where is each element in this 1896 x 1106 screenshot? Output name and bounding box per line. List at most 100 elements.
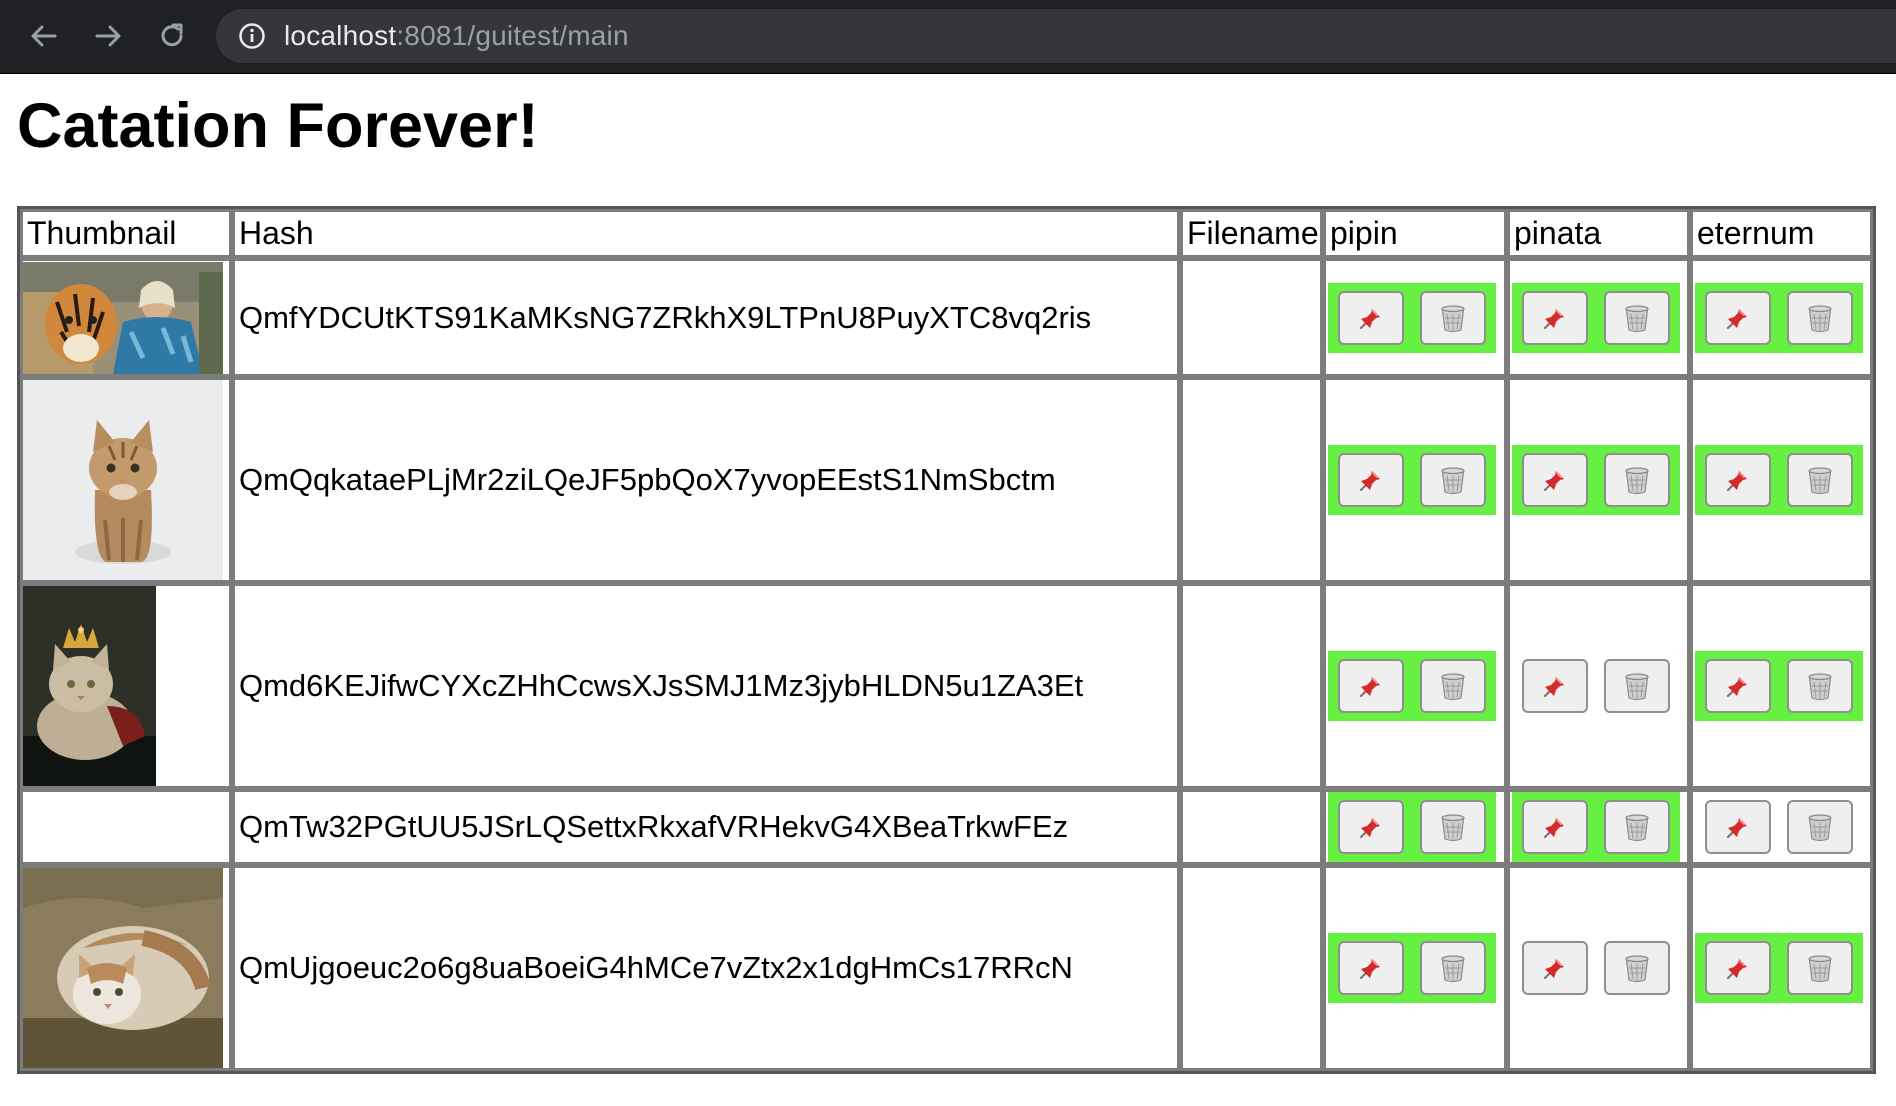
pin-button[interactable]	[1338, 941, 1404, 995]
url-text[interactable]: localhost:8081/guitest/main	[284, 20, 629, 52]
wastebasket-icon	[1625, 673, 1649, 701]
info-icon[interactable]	[238, 22, 266, 50]
delete-button[interactable]	[1420, 941, 1486, 995]
pin-button[interactable]	[1705, 800, 1771, 854]
service-cell-pipin	[1323, 258, 1507, 377]
table-row: Qmd6KEJifwCYXcZHhCcwsXJsSMJ1Mz3jybHLDN5u…	[20, 583, 1873, 789]
pushpin-icon	[1359, 818, 1380, 839]
pin-button[interactable]	[1338, 290, 1404, 345]
url-host: localhost	[284, 20, 397, 51]
hash-cell: QmQqkataePLjMr2ziLQeJF5pbQoX7yvopEEstS1N…	[232, 377, 1180, 583]
delete-button[interactable]	[1787, 800, 1853, 854]
delete-button[interactable]	[1787, 290, 1853, 345]
column-header-pinata: pinata	[1507, 209, 1690, 258]
column-header-thumbnail: Thumbnail	[20, 209, 232, 258]
table-row: QmfYDCUtKTS91KaMKsNG7ZRkhX9LTPnU8PuyXTC8…	[20, 258, 1873, 377]
service-cell-eternum	[1690, 583, 1873, 789]
delete-button[interactable]	[1604, 290, 1670, 345]
pinned-status	[1328, 445, 1496, 515]
thumbnail-image	[23, 261, 223, 374]
wastebasket-icon	[1441, 814, 1465, 842]
pushpin-icon	[1543, 959, 1564, 980]
wastebasket-icon	[1625, 814, 1649, 842]
page-title: Catation Forever!	[17, 91, 539, 161]
service-cell-eternum	[1690, 258, 1873, 377]
pin-button[interactable]	[1705, 659, 1771, 713]
pin-button[interactable]	[1338, 453, 1404, 507]
pin-button[interactable]	[1522, 453, 1588, 507]
service-cell-pipin	[1323, 865, 1507, 1071]
delete-button[interactable]	[1420, 453, 1486, 507]
table-row: QmQqkataePLjMr2ziLQeJF5pbQoX7yvopEEstS1N…	[20, 377, 1873, 583]
service-cell-eternum	[1690, 789, 1873, 865]
service-cell-eternum	[1690, 377, 1873, 583]
pinned-status	[1512, 282, 1680, 353]
pinned-status	[1512, 792, 1680, 862]
unpinned-status	[1695, 792, 1863, 862]
thumbnail-cell	[20, 583, 232, 789]
pin-button[interactable]	[1705, 290, 1771, 345]
pinned-status	[1695, 445, 1863, 515]
hash-cell: Qmd6KEJifwCYXcZHhCcwsXJsSMJ1Mz3jybHLDN5u…	[232, 583, 1180, 789]
column-header-eternum: eternum	[1690, 209, 1873, 258]
pin-button[interactable]	[1705, 453, 1771, 507]
pushpin-icon	[1359, 308, 1380, 329]
pushpin-icon	[1543, 818, 1564, 839]
filename-cell	[1180, 583, 1323, 789]
arrow-right-icon	[95, 25, 121, 47]
hash-cell: QmTw32PGtUU5JSrLQSettxRkxafVRHekvG4XBeaT…	[232, 789, 1180, 865]
pin-button[interactable]	[1522, 659, 1588, 713]
filename-cell	[1180, 865, 1323, 1071]
unpinned-status	[1512, 651, 1680, 721]
pinned-status	[1512, 445, 1680, 515]
hash-cell: QmUjgoeuc2o6g8uaBoeiG4hMCe7vZtx2x1dgHmCs…	[232, 865, 1180, 1071]
delete-button[interactable]	[1420, 800, 1486, 854]
wastebasket-icon	[1441, 304, 1465, 332]
pinned-status	[1328, 933, 1496, 1003]
pushpin-icon	[1726, 471, 1747, 492]
delete-button[interactable]	[1787, 453, 1853, 507]
delete-button[interactable]	[1787, 659, 1853, 713]
pushpin-icon	[1543, 308, 1564, 329]
pinned-status	[1328, 651, 1496, 721]
pin-button[interactable]	[1338, 659, 1404, 713]
delete-button[interactable]	[1420, 659, 1486, 713]
pin-button[interactable]	[1705, 941, 1771, 995]
files-table: Thumbnail Hash Filename pipin pinata ete…	[17, 206, 1876, 1074]
delete-button[interactable]	[1604, 453, 1670, 507]
back-button[interactable]	[26, 18, 62, 54]
service-cell-pinata	[1507, 865, 1690, 1071]
reload-button[interactable]	[154, 18, 190, 54]
pinned-status	[1695, 933, 1863, 1003]
pin-button[interactable]	[1338, 800, 1404, 854]
wastebasket-icon	[1441, 673, 1465, 701]
column-header-hash: Hash	[232, 209, 1180, 258]
delete-button[interactable]	[1420, 290, 1486, 345]
delete-button[interactable]	[1787, 941, 1853, 995]
pinned-status	[1328, 282, 1496, 353]
pushpin-icon	[1543, 677, 1564, 698]
pin-button[interactable]	[1522, 290, 1588, 345]
pushpin-icon	[1543, 471, 1564, 492]
thumbnail-image	[23, 868, 223, 1068]
wastebasket-icon	[1808, 814, 1832, 842]
delete-button[interactable]	[1604, 659, 1670, 713]
forward-button[interactable]	[90, 18, 126, 54]
pushpin-icon	[1726, 818, 1747, 839]
delete-button[interactable]	[1604, 941, 1670, 995]
delete-button[interactable]	[1604, 800, 1670, 854]
thumbnail-image	[23, 586, 156, 786]
pin-button[interactable]	[1522, 800, 1588, 854]
thumbnail-cell	[20, 865, 232, 1071]
wastebasket-icon	[1808, 673, 1832, 701]
pushpin-icon	[1359, 959, 1380, 980]
service-cell-pinata	[1507, 789, 1690, 865]
pin-button[interactable]	[1522, 941, 1588, 995]
wastebasket-icon	[1625, 955, 1649, 983]
address-bar[interactable]: localhost:8081/guitest/main	[216, 9, 1896, 63]
service-cell-pipin	[1323, 377, 1507, 583]
pushpin-icon	[1726, 959, 1747, 980]
service-cell-pipin	[1323, 583, 1507, 789]
pushpin-icon	[1726, 677, 1747, 698]
table-header-row: Thumbnail Hash Filename pipin pinata ete…	[20, 209, 1873, 258]
